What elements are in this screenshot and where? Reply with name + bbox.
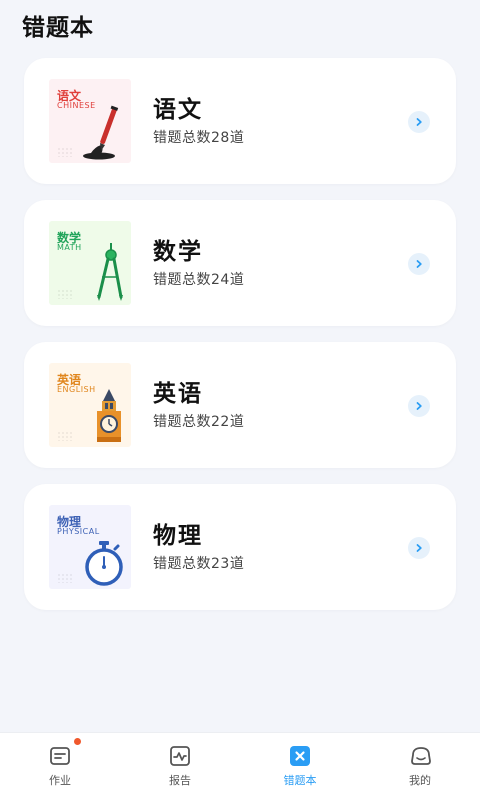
page-title: 错题本 bbox=[22, 15, 94, 41]
tab-profile[interactable]: 我的 bbox=[360, 733, 480, 800]
chevron-right-icon[interactable] bbox=[408, 253, 430, 275]
subject-name-english: 英语 bbox=[153, 381, 203, 407]
subject-thumbnail-chinese: 语文 CHINESE bbox=[49, 79, 131, 163]
decorative-dots bbox=[57, 147, 73, 157]
app-screen: 错题本 语文 CHINESE 语文 错题总数28道 数学 MATH 数学 错题总… bbox=[0, 0, 480, 800]
chevron-right-icon[interactable] bbox=[408, 395, 430, 417]
subject-thumbnail-english: 英语 ENGLISH bbox=[49, 363, 131, 447]
homework-icon bbox=[49, 745, 71, 767]
subject-count-math: 错题总数24道 bbox=[153, 272, 245, 288]
tab-label-report: 报告 bbox=[169, 774, 191, 787]
chevron-right-icon[interactable] bbox=[408, 537, 430, 559]
profile-icon bbox=[409, 745, 431, 767]
tab-label-mistakes-book: 错题本 bbox=[283, 774, 317, 787]
mistakes-book-icon bbox=[289, 745, 311, 767]
tab-homework[interactable]: 作业 bbox=[0, 733, 120, 800]
big-ben-icon bbox=[97, 389, 121, 442]
notification-badge bbox=[74, 738, 81, 745]
subject-thumbnail-physics: 物理 PHYSICAL bbox=[49, 505, 131, 589]
subject-card-english[interactable]: 英语 ENGLISH 英语 错题总数22道 bbox=[24, 342, 456, 468]
brush-icon bbox=[83, 105, 119, 160]
subject-count-physics: 错题总数23道 bbox=[153, 556, 245, 572]
subject-name-chinese: 语文 bbox=[153, 97, 203, 123]
thumbnail-subtitle-physics: PHYSICAL bbox=[57, 527, 100, 536]
thumbnail-subtitle-english: ENGLISH bbox=[57, 385, 96, 394]
chevron-right-icon[interactable] bbox=[408, 111, 430, 133]
bottom-tab-bar: 作业 报告 错题本 我的 bbox=[0, 732, 480, 800]
subject-count-chinese: 错题总数28道 bbox=[153, 130, 245, 146]
subject-card-math[interactable]: 数学 MATH 数学 错题总数24道 bbox=[24, 200, 456, 326]
thumbnail-subtitle-math: MATH bbox=[57, 243, 82, 252]
tab-label-homework: 作业 bbox=[49, 774, 71, 787]
subject-thumbnail-math: 数学 MATH bbox=[49, 221, 131, 305]
tab-label-profile: 我的 bbox=[409, 774, 431, 787]
tab-mistakes-book[interactable]: 错题本 bbox=[240, 733, 360, 800]
stopwatch-icon bbox=[85, 541, 123, 586]
tab-report[interactable]: 报告 bbox=[120, 733, 240, 800]
subject-count-english: 错题总数22道 bbox=[153, 414, 245, 430]
subject-name-math: 数学 bbox=[153, 239, 203, 265]
subject-card-chinese[interactable]: 语文 CHINESE 语文 错题总数28道 bbox=[24, 58, 456, 184]
subject-list: 语文 CHINESE 语文 错题总数28道 数学 MATH 数学 错题总数24道… bbox=[24, 58, 456, 626]
decorative-dots bbox=[57, 431, 73, 441]
decorative-dots bbox=[57, 573, 73, 583]
report-icon bbox=[169, 745, 191, 767]
decorative-dots bbox=[57, 289, 73, 299]
subject-card-physics[interactable]: 物理 PHYSICAL 物理 错题总数23道 bbox=[24, 484, 456, 610]
subject-name-physics: 物理 bbox=[153, 523, 203, 549]
compass-icon bbox=[97, 243, 123, 301]
